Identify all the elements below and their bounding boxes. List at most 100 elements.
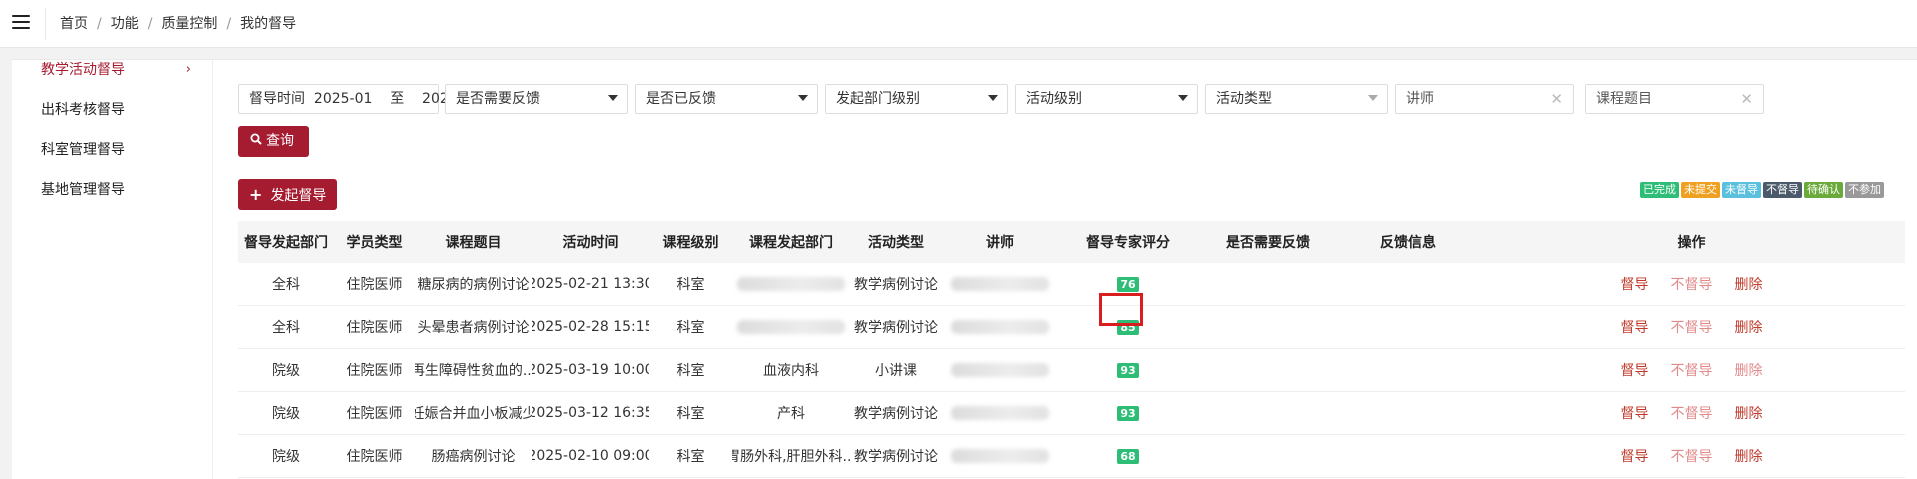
cell-lecturer [942,392,1058,434]
cell-level: 科室 [676,320,705,336]
activity-type-select[interactable]: 活动类型 [1205,84,1388,114]
header-dept: 督导发起部门 [244,235,328,251]
need-feedback-select[interactable]: 是否需要反馈 [445,84,628,114]
has-feedback-select[interactable]: 是否已反馈 [635,84,818,114]
cell-time: 2025-03-19 10:00 [532,362,649,378]
cell-student-type: 住院医师 [346,277,403,293]
sidebar-item-teaching-activity[interactable]: 教学活动督导 › [41,58,191,82]
chevron-down-icon [988,95,998,101]
sidebar-item-base-management[interactable]: 基地管理督导 [41,178,191,202]
time-start: 2025-01 [313,91,373,107]
cell-dept: 院级 [272,406,300,422]
header-course: 课程题目 [445,235,502,251]
cell-dept: 全科 [272,277,300,293]
header-lecturer: 讲师 [986,235,1014,251]
cell-course: 头晕患者病例讨论 [417,320,530,336]
no-supervise-button[interactable]: 不督导 [1671,403,1713,423]
breadcrumb-home[interactable]: 首页 [60,16,88,32]
need-feedback-value: 是否需要反馈 [456,91,540,107]
table-row: 院级 住院医师 肠癌病例讨论 2025-02-10 09:00 科室 胃肠外科,… [238,435,1905,478]
clear-icon[interactable]: ✕ [1550,85,1563,113]
header-actions: 操作 [1677,235,1706,251]
cell-lecturer [942,306,1058,348]
cell-time: 2025-03-12 16:35 [532,405,649,421]
delete-button[interactable]: 删除 [1735,360,1763,380]
cell-dept: 院级 [272,363,300,379]
cell-actions: 督导 不督导 删除 [1478,263,1905,305]
sidebar: 教学活动督导 › 出科考核督导 科室管理督导 基地管理督导 [12,60,213,479]
cell-time: 2025-02-21 13:30 [532,276,649,292]
supervise-button[interactable]: 督导 [1621,403,1649,423]
header-need-feedback: 是否需要反馈 [1226,235,1310,251]
chevron-down-icon [608,95,618,101]
top-bar: 首页 / 功能 / 质量控制 / 我的督导 [0,0,1917,48]
legend-no-supervise: 不督导 [1763,182,1802,198]
cell-activity-type: 教学病例讨论 [854,320,938,336]
sidebar-item-department-management[interactable]: 科室管理督导 [41,138,191,162]
course-title-input[interactable]: 课程题目 ✕ [1585,84,1764,114]
supervision-time-range[interactable]: 督导时间 2025-01 至 2025-12 [238,84,481,114]
dept-level-select[interactable]: 发起部门级别 [825,84,1008,114]
search-icon [250,126,262,157]
sidebar-item-label: 出科考核督导 [41,102,125,118]
cell-course-dept [732,306,850,348]
activity-level-select[interactable]: 活动级别 [1015,84,1198,114]
header-time: 活动时间 [562,235,619,251]
cell-feedback [1338,306,1478,348]
cell-activity-type: 小讲课 [875,363,917,379]
redacted-text [951,320,1049,334]
sidebar-item-label: 教学活动督导 [41,62,125,78]
score-badge: 93 [1117,405,1139,421]
header-score: 督导专家评分 [1086,235,1170,251]
legend-pending: 待确认 [1804,182,1843,198]
time-to-label: 至 [390,91,405,107]
legend-not-submitted: 未提交 [1681,182,1720,198]
menu-icon[interactable] [12,15,30,33]
activity-type-value: 活动类型 [1216,91,1272,107]
no-supervise-button[interactable]: 不督导 [1671,317,1713,337]
delete-button[interactable]: 删除 [1735,403,1763,423]
chevron-down-icon [798,95,808,101]
no-supervise-button[interactable]: 不督导 [1671,360,1713,380]
cell-lecturer [942,435,1058,477]
supervise-button[interactable]: 督导 [1621,317,1649,337]
search-button-label: 查询 [266,133,294,149]
supervise-button[interactable]: 督导 [1621,446,1649,466]
breadcrumb-current: 我的督导 [240,16,297,32]
header-activity-type: 活动类型 [868,235,924,251]
cell-score: 93 [1058,349,1198,391]
delete-button[interactable]: 删除 [1735,274,1763,294]
cell-actions: 督导 不督导 删除 [1478,435,1905,477]
cell-activity-type: 教学病例讨论 [854,449,938,465]
cell-level: 科室 [676,363,705,379]
chevron-down-icon [1368,95,1378,101]
supervise-button[interactable]: 督导 [1621,274,1649,294]
supervise-button[interactable]: 督导 [1621,360,1649,380]
legend-not-supervised: 未督导 [1722,182,1761,198]
clear-icon[interactable]: ✕ [1740,85,1753,113]
has-feedback-value: 是否已反馈 [646,91,716,107]
cell-course-dept: 胃肠外科,肝胆外科... [732,449,850,465]
breadcrumb-quality-control[interactable]: 质量控制 [161,16,217,32]
cell-score: 93 [1058,392,1198,434]
delete-button[interactable]: 删除 [1735,446,1763,466]
cell-feedback [1338,349,1478,391]
cell-feedback [1338,392,1478,434]
content-area: 督导时间 2025-01 至 2025-12 是否需要反馈 是否已反馈 发起部门… [212,60,1917,479]
cell-student-type: 住院医师 [346,406,403,422]
delete-button[interactable]: 删除 [1735,317,1763,337]
sidebar-item-rotation-exam[interactable]: 出科考核督导 [41,98,191,122]
lecturer-input[interactable]: 讲师 ✕ [1395,84,1574,114]
no-supervise-button[interactable]: 不督导 [1671,446,1713,466]
table-row: 全科 住院医师 糖尿病的病例讨论 2025-02-21 13:30 科室 教学病… [238,263,1905,306]
no-supervise-button[interactable]: 不督导 [1671,274,1713,294]
table-row: 院级 住院医师 再生障碍性贫血的... 2025-03-19 10:00 科室 … [238,349,1905,392]
cell-level: 科室 [676,406,705,422]
breadcrumb: 首页 / 功能 / 质量控制 / 我的督导 [60,16,297,32]
search-button[interactable]: 查询 [238,126,309,157]
breadcrumb-function[interactable]: 功能 [111,16,139,32]
dept-level-value: 发起部门级别 [836,91,920,107]
cell-dept: 院级 [272,449,300,465]
header-level: 课程级别 [662,235,719,251]
start-supervision-button[interactable]: + 发起督导 [238,179,337,210]
